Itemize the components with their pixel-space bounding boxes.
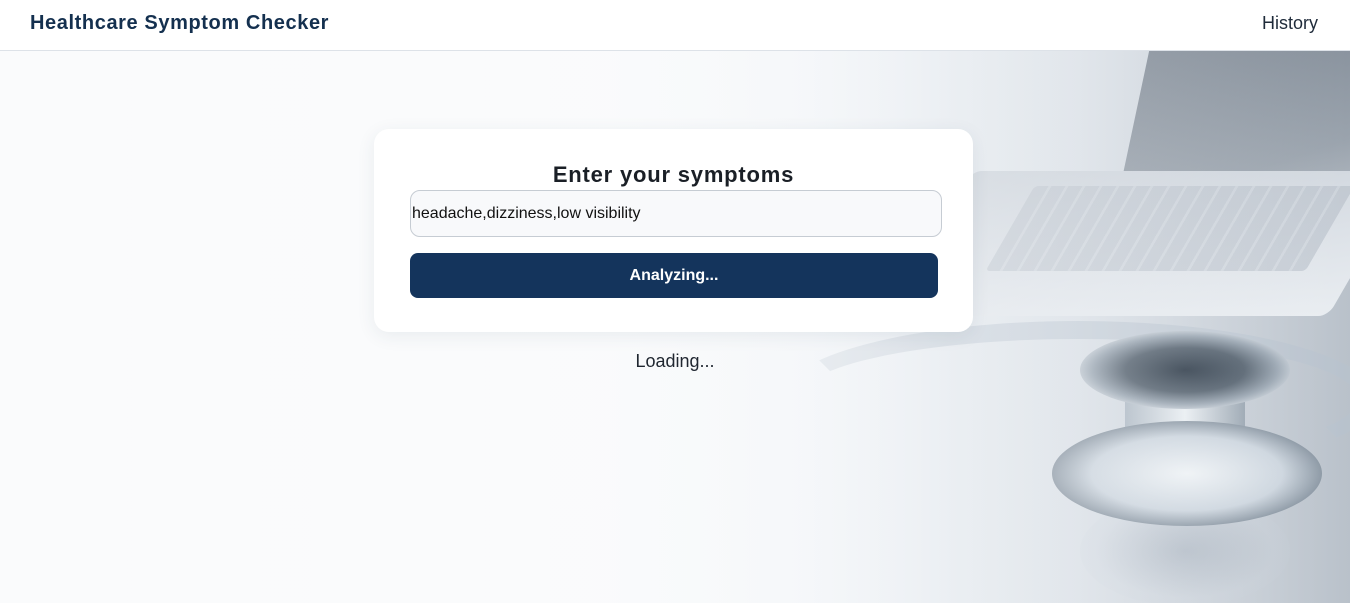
top-navbar: Healthcare Symptom Checker History [0, 0, 1350, 51]
loading-status: Loading... [635, 351, 715, 371]
analyze-button[interactable]: Analyzing... [410, 253, 938, 298]
form-title: Enter your symptoms [552, 162, 795, 187]
symptoms-input[interactable] [410, 190, 942, 237]
app-brand-title[interactable]: Healthcare Symptom Checker [30, 12, 329, 35]
history-link[interactable]: History [1262, 13, 1318, 34]
symptom-form-card: Enter your symptoms Analyzing... [374, 129, 973, 332]
